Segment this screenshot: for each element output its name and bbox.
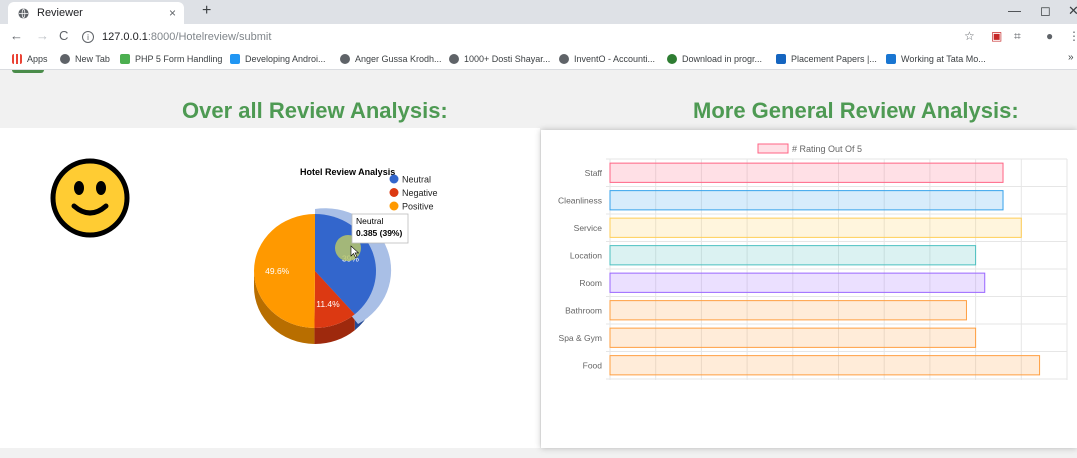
reload-icon[interactable]: C: [59, 28, 68, 43]
bookmark-label: Anger Gussa Krodh...: [355, 54, 442, 64]
browser-toolbar: ← → C i 127.0.0.1:8000/Hotelreview/submi…: [0, 24, 1077, 50]
globe-icon: [449, 54, 459, 64]
glassdoor-icon: [886, 54, 896, 64]
pie-legend-label: Negative: [402, 188, 438, 198]
bookmark-apps[interactable]: Apps: [12, 54, 48, 64]
placement-icon: [776, 54, 786, 64]
udacity-icon: [230, 54, 240, 64]
bookmark-anger[interactable]: Anger Gussa Krodh...: [340, 54, 442, 64]
pie-legend-label: Neutral: [402, 175, 431, 185]
bookmark-invento[interactable]: InventO - Accounti...: [559, 54, 655, 64]
bookmark-download[interactable]: Download in progr...: [667, 54, 762, 64]
pie-tooltip-label: Neutral: [356, 216, 384, 226]
bar-legend-swatch[interactable]: [757, 143, 789, 154]
pie-legend-swatch: [389, 201, 399, 211]
bar-cleanliness[interactable]: [609, 190, 1004, 211]
bookmark-php-form[interactable]: PHP 5 Form Handling: [120, 54, 222, 64]
bookmark-label: Placement Papers |...: [791, 54, 877, 64]
tab-strip: Reviewer × + — ◻ ✕: [0, 0, 1077, 24]
bookmark-label: Apps: [27, 54, 48, 64]
bar-y-tick-label: Location: [570, 250, 602, 260]
bookmark-label: Developing Androi...: [245, 54, 326, 64]
bar-location[interactable]: [609, 245, 977, 266]
pie-legend-swatch: [389, 174, 399, 184]
pie-data-label: 11.4%: [316, 299, 340, 309]
new-tab-button[interactable]: +: [202, 2, 211, 20]
bookmark-placement[interactable]: Placement Papers |...: [776, 54, 877, 64]
bookmark-label: 1000+ Dosti Shayar...: [464, 54, 551, 64]
menu-icon[interactable]: ⋮: [1068, 29, 1077, 43]
download-icon: [667, 54, 677, 64]
more-bookmarks-icon[interactable]: »: [1068, 52, 1074, 63]
tab-title: Reviewer: [37, 7, 83, 19]
smiley-face-icon: [50, 158, 130, 238]
forward-icon[interactable]: →: [36, 28, 49, 43]
pie-legend-label: Positive: [402, 202, 434, 212]
overall-analysis-heading: Over all Review Analysis:: [182, 98, 448, 123]
browser-tab[interactable]: Reviewer ×: [8, 2, 184, 24]
pie-tooltip-value: 0.385 (39%): [356, 228, 402, 238]
bar-y-tick-label: Staff: [585, 168, 603, 178]
back-button[interactable]: [12, 70, 44, 73]
bar-y-tick-label: Bathroom: [565, 305, 602, 315]
bookmark-new-tab[interactable]: New Tab: [60, 54, 110, 64]
close-window-icon[interactable]: ✕: [1068, 3, 1077, 19]
bookmark-star-icon[interactable]: ☆: [964, 29, 975, 43]
globe-icon: [60, 54, 70, 64]
extension-icon[interactable]: ▣: [991, 29, 1002, 43]
pie-chart-title: Hotel Review Analysis: [300, 167, 395, 177]
info-icon[interactable]: i: [82, 31, 94, 43]
globe-icon: [340, 54, 350, 64]
bar-y-tick-label: Spa & Gym: [559, 333, 602, 343]
url-path: :8000/Hotelreview/submit: [147, 31, 272, 43]
bar-room[interactable]: [609, 272, 986, 293]
bookmark-dosti[interactable]: 1000+ Dosti Shayar...: [449, 54, 550, 64]
general-analysis-heading: More General Review Analysis:: [693, 98, 1019, 123]
bookmark-label: Download in progr...: [682, 54, 763, 64]
bookmark-label: PHP 5 Form Handling: [135, 54, 223, 64]
bar-staff[interactable]: [609, 162, 1004, 183]
globe-icon: [559, 54, 569, 64]
bar-y-tick-label: Service: [574, 223, 603, 233]
bar-legend-label: # Rating Out Of 5: [792, 144, 862, 154]
pie-chart: Hotel Review Analysis Neutral Negative Pos…: [254, 167, 438, 344]
bar-y-tick-label: Room: [579, 278, 602, 288]
bookmarks-bar: Apps New Tab PHP 5 Form Handling Develop…: [0, 50, 1077, 70]
bar-y-tick-label: Food: [583, 360, 603, 370]
bar-spa-gym[interactable]: [609, 327, 977, 348]
bar-y-tick-label: Cleanliness: [558, 195, 602, 205]
bookmark-developing-android[interactable]: Developing Androi...: [230, 54, 326, 64]
bar-service[interactable]: [609, 217, 1022, 238]
bookmark-tata[interactable]: Working at Tata Mo...: [886, 54, 986, 64]
globe-icon: [18, 7, 29, 19]
bar-bathroom[interactable]: [609, 300, 967, 321]
address-bar[interactable]: i 127.0.0.1:8000/Hotelreview/submit: [82, 27, 952, 47]
maximize-icon[interactable]: ◻: [1040, 3, 1051, 19]
crop-extension-icon[interactable]: ⌗: [1014, 29, 1021, 44]
apps-grid-icon: [12, 54, 22, 64]
pie-data-label: 49.6%: [265, 266, 290, 276]
bookmark-label: InventO - Accounti...: [574, 54, 656, 64]
bookmark-label: Working at Tata Mo...: [901, 54, 986, 64]
bar-chart: # Rating Out Of 5 Staff Cleanliness Servic…: [558, 143, 1068, 380]
pie-legend-swatch: [389, 188, 399, 197]
page-content: Over all Review Analysis: More General R…: [0, 70, 1077, 458]
w3schools-icon: [120, 54, 130, 64]
minimize-icon[interactable]: —: [1008, 3, 1021, 18]
bar-food[interactable]: [609, 355, 1041, 376]
back-icon[interactable]: ←: [10, 28, 23, 43]
url-host: 127.0.0.1: [102, 31, 148, 43]
profile-avatar-icon[interactable]: ●: [1046, 29, 1053, 43]
tab-close-icon[interactable]: ×: [169, 6, 176, 20]
bookmark-label: New Tab: [75, 54, 110, 64]
